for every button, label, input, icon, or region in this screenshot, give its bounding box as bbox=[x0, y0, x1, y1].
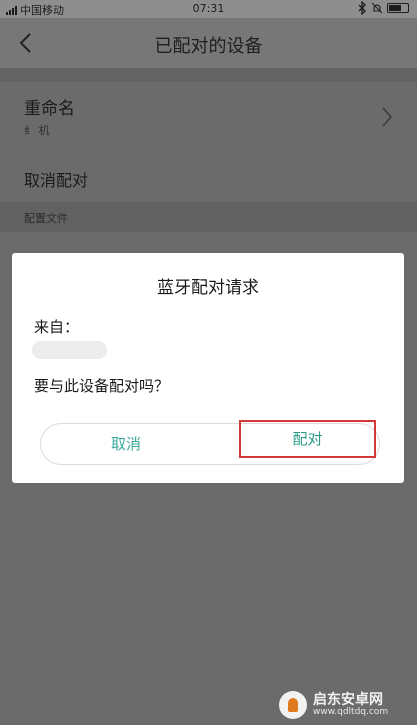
status-bar: 中国移动 07:31 bbox=[0, 0, 417, 18]
watermark-url: www.qdltdq.com bbox=[313, 707, 389, 717]
status-icons bbox=[357, 1, 409, 15]
device-name-redacted bbox=[32, 341, 107, 359]
chevron-right-icon bbox=[382, 107, 393, 127]
pairing-dialog: 蓝牙配对请求 来自： 要与此设备配对吗？ 取消 配对 bbox=[12, 253, 404, 483]
page-title: 已配对的设备 bbox=[154, 36, 263, 57]
pair-button[interactable]: 配对 bbox=[239, 420, 376, 458]
bluetooth-icon bbox=[358, 1, 366, 15]
divider bbox=[0, 68, 417, 82]
mute-bell-icon bbox=[371, 2, 383, 14]
device-name-value: 纟 机 bbox=[24, 124, 50, 137]
dialog-button-group: 取消 配对 bbox=[40, 420, 380, 465]
dialog-title: 蓝牙配对请求 bbox=[157, 278, 259, 298]
section-label: 配置文件 bbox=[24, 212, 68, 225]
status-time: 07:31 bbox=[192, 2, 225, 15]
unpair-label: 取消配对 bbox=[24, 171, 89, 190]
header-bar: 已配对的设备 bbox=[0, 18, 417, 68]
watermark-text: 启东安卓网 bbox=[313, 692, 383, 708]
cancel-button[interactable]: 取消 bbox=[41, 424, 211, 464]
watermark: 启东安卓网 www.qdltdq.com bbox=[273, 687, 413, 723]
battery-icon bbox=[387, 3, 409, 13]
rename-row[interactable]: 重命名 纟 机 bbox=[0, 82, 417, 154]
unpair-row[interactable]: 取消配对 bbox=[0, 154, 417, 202]
pair-question: 要与此设备配对吗？ bbox=[34, 377, 170, 395]
rename-label: 重命名 bbox=[24, 99, 75, 119]
profile-section-header: 配置文件 bbox=[0, 202, 417, 232]
from-label: 来自： bbox=[34, 318, 80, 336]
watermark-logo-icon bbox=[279, 691, 307, 719]
